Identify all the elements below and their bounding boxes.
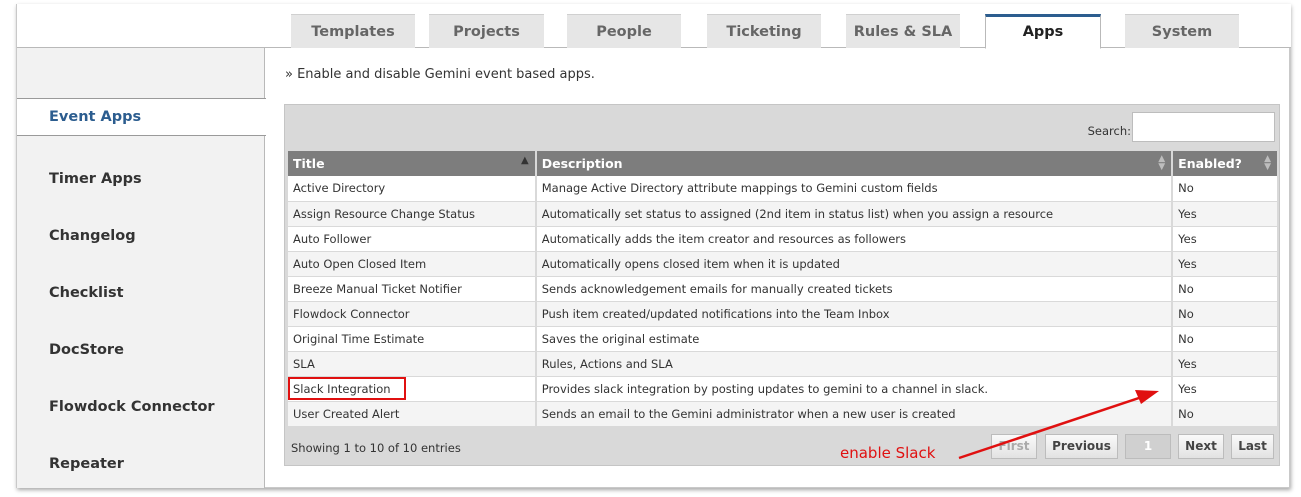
tab-ticketing[interactable]: Ticketing — [707, 14, 821, 48]
last-page-button[interactable]: Last — [1231, 434, 1274, 459]
screenshot-frame: Templates Projects People Ticketing Rule… — [0, 0, 1301, 497]
cell-description: Rules, Actions and SLA — [535, 351, 1174, 377]
admin-window: Templates Projects People Ticketing Rule… — [16, 4, 1291, 488]
cell-enabled: Yes — [1172, 351, 1279, 377]
entries-info: Showing 1 to 10 of 10 entries — [291, 441, 461, 455]
table-row[interactable]: SLA Rules, Actions and SLA Yes — [288, 351, 1279, 377]
cell-description: Sends acknowledgement emails for manuall… — [535, 276, 1174, 302]
page-number-button[interactable]: 1 — [1125, 434, 1171, 459]
column-header-description[interactable]: Description ▲ ▼ — [535, 151, 1174, 176]
tab-apps[interactable]: Apps — [985, 14, 1101, 49]
cell-description: Automatically adds the item creator and … — [535, 226, 1174, 252]
cell-description: Push item created/updated notifications … — [535, 301, 1174, 327]
table-row[interactable]: User Created Alert Sends an email to the… — [288, 401, 1279, 427]
sidebar-item-changelog[interactable]: Changelog — [17, 208, 265, 265]
cell-enabled: Yes — [1172, 376, 1279, 402]
sidebar: Event Apps Timer Apps Changelog Checklis… — [17, 48, 266, 488]
table-row[interactable]: Slack Integration Provides slack integra… — [288, 376, 1279, 402]
page-intro: » Enable and disable Gemini event based … — [285, 67, 595, 82]
tab-rules-sla[interactable]: Rules & SLA — [846, 14, 960, 48]
cell-title[interactable]: Auto Open Closed Item — [288, 251, 537, 277]
column-header-enabled[interactable]: Enabled? ▲ ▼ — [1172, 151, 1279, 176]
sidebar-item-checklist[interactable]: Checklist — [17, 265, 265, 322]
table-row[interactable]: Original Time Estimate Saves the origina… — [288, 326, 1279, 352]
sidebar-item-repeater[interactable]: Repeater — [17, 436, 265, 493]
search-input[interactable] — [1132, 112, 1275, 142]
cell-enabled: No — [1172, 301, 1279, 327]
annotation-label: enable Slack — [840, 444, 936, 462]
search-label: Search: — [1087, 124, 1131, 138]
sort-both-icon: ▲ ▼ — [1264, 154, 1271, 172]
cell-enabled: Yes — [1172, 251, 1279, 277]
cell-description: Sends an email to the Gemini administrat… — [535, 401, 1174, 427]
cell-title[interactable]: SLA — [288, 351, 537, 377]
table-row[interactable]: Breeze Manual Ticket Notifier Sends ackn… — [288, 276, 1279, 302]
table-header-row: Title ▲ Description ▲ ▼ Enabled? ▲ ▼ — [288, 151, 1279, 176]
column-label: Title — [293, 156, 325, 171]
tab-templates[interactable]: Templates — [291, 14, 415, 48]
table-row[interactable]: Flowdock Connector Push item created/upd… — [288, 301, 1279, 327]
sidebar-item-docstore[interactable]: DocStore — [17, 322, 265, 379]
apps-table: Title ▲ Description ▲ ▼ Enabled? ▲ ▼ Active D… — [288, 151, 1279, 427]
cell-enabled: No — [1172, 326, 1279, 352]
next-page-button[interactable]: Next — [1178, 434, 1224, 459]
first-page-button[interactable]: First — [991, 434, 1037, 459]
tab-system[interactable]: System — [1125, 14, 1239, 48]
cell-title[interactable]: Active Directory — [288, 176, 537, 202]
cell-title[interactable]: Assign Resource Change Status — [288, 201, 537, 227]
column-label: Enabled? — [1178, 156, 1242, 171]
sidebar-item-flowdock-connector[interactable]: Flowdock Connector — [17, 379, 265, 436]
cell-enabled: No — [1172, 276, 1279, 302]
cell-enabled: Yes — [1172, 201, 1279, 227]
cell-enabled: No — [1172, 401, 1279, 427]
tab-people[interactable]: People — [567, 14, 681, 48]
cell-description: Automatically set status to assigned (2n… — [535, 201, 1174, 227]
cell-title[interactable]: Flowdock Connector — [288, 301, 537, 327]
cell-enabled: No — [1172, 176, 1279, 202]
sidebar-item-timer-apps[interactable]: Timer Apps — [17, 151, 265, 208]
column-label: Description — [541, 156, 623, 171]
table-row[interactable]: Active Directory Manage Active Directory… — [288, 176, 1279, 202]
cell-title[interactable]: Auto Follower — [288, 226, 537, 252]
cell-title[interactable]: Original Time Estimate — [288, 326, 537, 352]
cell-enabled: Yes — [1172, 226, 1279, 252]
table-row[interactable]: Assign Resource Change Status Automatica… — [288, 201, 1279, 227]
cell-title[interactable]: User Created Alert — [288, 401, 537, 427]
cell-description: Provides slack integration by posting up… — [535, 376, 1174, 402]
apps-table-panel: Search: Title ▲ Description ▲ ▼ Enabled? ▲ ▼ … — [284, 104, 1280, 466]
table-row[interactable]: Auto Open Closed Item Automatically open… — [288, 251, 1279, 277]
column-header-title[interactable]: Title ▲ — [288, 151, 537, 176]
sidebar-item-event-apps[interactable]: Event Apps — [17, 98, 266, 136]
tab-projects[interactable]: Projects — [429, 14, 544, 48]
previous-page-button[interactable]: Previous — [1045, 434, 1118, 459]
top-tab-bar: Templates Projects People Ticketing Rule… — [17, 4, 1291, 49]
cell-description: Automatically opens closed item when it … — [535, 251, 1174, 277]
sort-asc-icon: ▲ — [521, 155, 529, 166]
slack-row-highlight-box — [288, 377, 406, 400]
table-row[interactable]: Auto Follower Automatically adds the ite… — [288, 226, 1279, 252]
cell-description: Saves the original estimate — [535, 326, 1174, 352]
cell-description: Manage Active Directory attribute mappin… — [535, 176, 1174, 202]
sort-both-icon: ▲ ▼ — [1158, 154, 1166, 172]
cell-title[interactable]: Breeze Manual Ticket Notifier — [288, 276, 537, 302]
